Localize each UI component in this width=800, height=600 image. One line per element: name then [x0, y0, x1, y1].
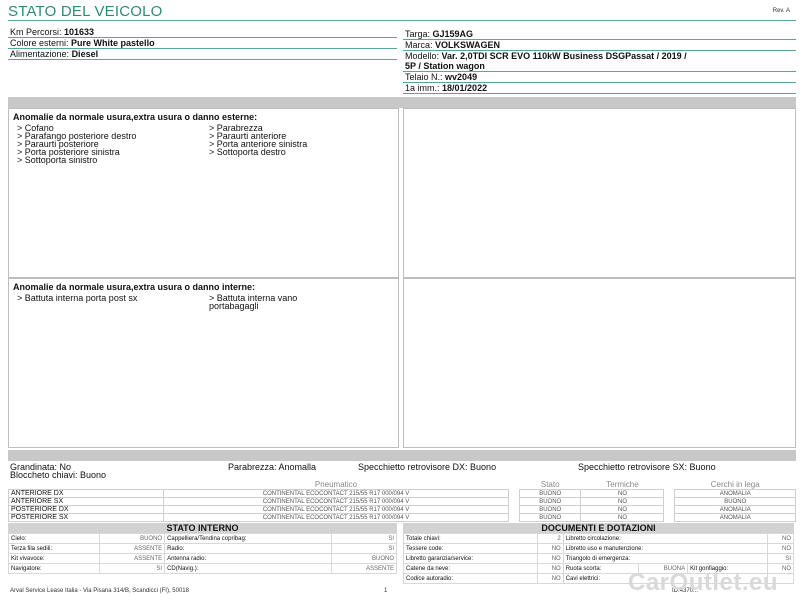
marca-field: Marca: VOLKSWAGEN	[405, 40, 501, 50]
internal-damage-list-2: > Battuta interna vano portabagagli	[209, 294, 297, 311]
table-row: ANTERIORE SX CONTINENTAL ECOCONTACT 215/5…	[8, 497, 796, 506]
table-row: Kit vivavoce: ASSENTE Antenna radio: BUONO	[8, 553, 398, 564]
table-row: ANTERIORE DX CONTINENTAL ECOCONTACT 215/5…	[8, 489, 796, 498]
stato-interno-section: STATO INTERNO Cielo: BUONO Cappelliera/Ten…	[8, 523, 398, 574]
telaio-field: Telaio N.: wv2049	[405, 72, 478, 82]
table-row: POSTERIORE DX CONTINENTAL ECOCONTACT 215/…	[8, 505, 796, 514]
page-title: STATO DEL VEICOLO	[8, 3, 163, 20]
immatricolazione-field: 1a imm.: 18/01/2022	[405, 83, 488, 93]
company-address: Arval Service Lease Italia - Via Pisana …	[10, 588, 189, 594]
table-row: Tessere code: NO Libretto uso e manutenzio…	[403, 543, 795, 554]
external-damage-title: Anomalie da normale usura,extra usura o …	[13, 112, 258, 122]
table-row: Navigatore: SI CD(Navig.): ASSENTE	[8, 563, 398, 574]
documenti-title: DOCUMENTI E DOTAZIONI	[403, 523, 794, 533]
external-damage-image-panel	[403, 108, 796, 278]
list-item: portabagagli	[209, 301, 259, 311]
list-item: > Sottoporta destro	[209, 147, 286, 157]
internal-damage-list-1: > Battuta interna porta post sx	[17, 293, 138, 303]
external-damage-panel: Anomalie da normale usura,extra usura o …	[8, 108, 399, 278]
section-divider	[8, 97, 796, 108]
modello-field-line2: 5P / Station wagon	[405, 61, 485, 71]
targa-field: Targa: GJ159AG	[405, 29, 474, 39]
termiche-header: Termiche	[580, 480, 664, 490]
km-field: Km Percorsi: 101633	[10, 27, 95, 37]
list-item: > Sottoporta sinistro	[17, 155, 98, 165]
external-damage-list-1: > Cofano > Parafango posteriore destro >…	[17, 124, 136, 165]
section-divider	[8, 450, 796, 461]
internal-damage-title: Anomalie da normale usura,extra usura o …	[13, 282, 256, 292]
internal-damage-image-panel	[403, 278, 796, 448]
title-underline	[8, 20, 796, 21]
stato-header: Stato	[519, 480, 581, 490]
specchietto-sx-label: Specchietto retrovisore SX: Buono	[578, 462, 716, 472]
tyres-table: Pneumatico Stato Termiche Cerchi in lega…	[8, 480, 796, 522]
table-row: POSTERIORE SX CONTINENTAL ECOCONTACT 215/…	[8, 513, 796, 522]
color-field: Colore esterni: Pure White pastello	[10, 38, 155, 48]
internal-damage-panel: Anomalie da normale usura,extra usura o …	[8, 278, 399, 448]
table-row: Totale chiavi: 2 Libretto circolazione: NO	[403, 533, 795, 544]
revision-label: Rev. A	[772, 8, 790, 14]
stato-interno-title: STATO INTERNO	[8, 523, 397, 533]
specchietto-dx-label: Specchietto retrovisore DX: Buono	[358, 462, 497, 472]
external-damage-list-2: > Parabrezza > Paraurti anteriore > Port…	[209, 124, 307, 157]
fuel-field: Alimentazione: Diesel	[10, 49, 99, 59]
parabrezza-label: Parabrezza: Anomalla	[228, 462, 317, 472]
watermark-logo: CarOutlet.eu	[628, 569, 779, 596]
bloccheto-label: Bloccheto chiavi: Buono	[10, 470, 107, 480]
modello-field: Modello: Var. 2,0TDI SCR EVO 110kW Busin…	[405, 51, 687, 61]
page-number: 1	[384, 588, 388, 594]
table-row: Terza fila sedili: ASSENTE Radio: SI	[8, 543, 398, 554]
table-row: Cielo: BUONO Cappelliera/Tendina copribag:…	[8, 533, 398, 544]
tyre-header: Pneumatico	[163, 480, 509, 490]
cerchi-header: Cerchi in lega	[674, 480, 796, 490]
table-row: Libretto garanzia/service: NO Triangolo di…	[403, 553, 795, 564]
list-item: > Battuta interna porta post sx	[17, 293, 138, 303]
